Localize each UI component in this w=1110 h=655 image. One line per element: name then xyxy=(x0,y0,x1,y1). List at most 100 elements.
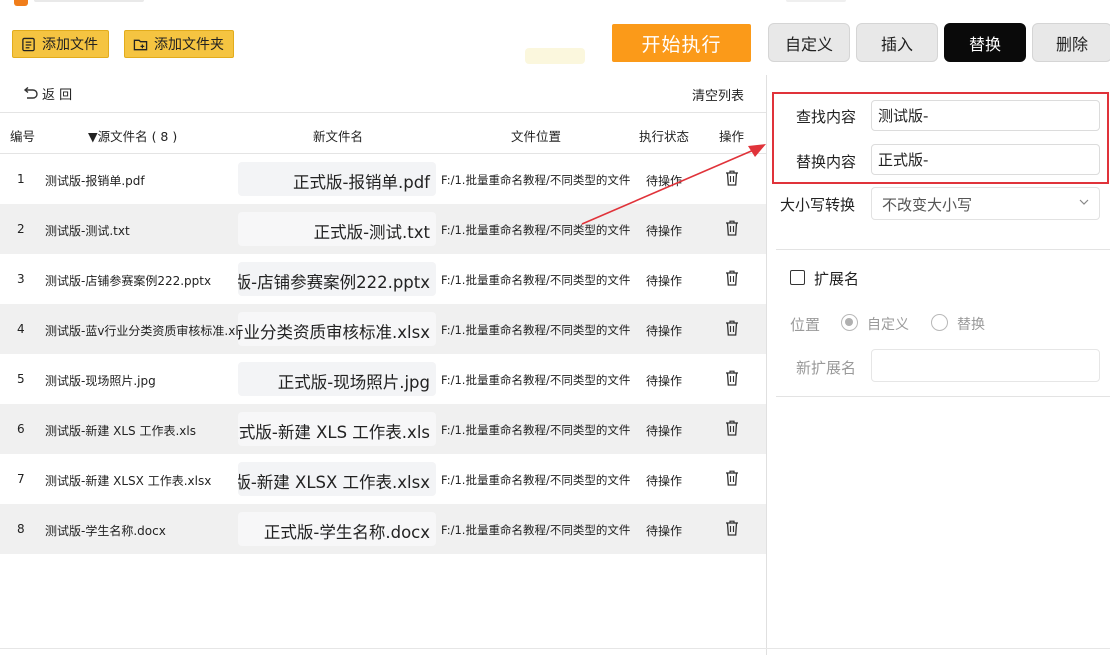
mode-tabs: 自定义 插入 替换 删除 xyxy=(768,23,1110,62)
back-button[interactable]: 返 回 xyxy=(22,84,72,103)
table-row[interactable]: 8 测试版-学生名称.docx 正式版-学生名称.docx F:/1.批量重命名教程/… xyxy=(0,504,766,554)
extension-checkbox[interactable] xyxy=(790,270,805,285)
table-row[interactable]: 6 测试版-新建 XLS 工作表.xls 正式版-新建 XLS 工作表.xls F:/… xyxy=(0,404,766,454)
add-file-button[interactable]: 添加文件 xyxy=(12,30,109,58)
trash-icon[interactable] xyxy=(724,469,740,487)
status-text: 待操作 xyxy=(646,374,683,388)
new-filename: 正式版-测试.txt xyxy=(313,223,430,242)
new-extension-input[interactable] xyxy=(871,349,1100,382)
case-select[interactable]: 不改变大小写 xyxy=(871,187,1100,220)
position-replace-radio[interactable] xyxy=(931,314,948,331)
file-location: F:/1.批量重命名教程/不同类型的文件 xyxy=(441,523,631,537)
trash-icon[interactable] xyxy=(724,369,740,387)
file-location: F:/1.批量重命名教程/不同类型的文件 xyxy=(441,273,631,287)
find-input[interactable] xyxy=(871,100,1100,131)
source-filename: 测试版-店铺参赛案例222.pptx xyxy=(45,274,212,288)
decorative-pill xyxy=(525,48,585,64)
new-filename-field[interactable]: 正式版-现场照片.jpg xyxy=(238,362,436,396)
back-arrow-icon xyxy=(23,86,38,99)
table-row[interactable]: 5 测试版-现场照片.jpg 正式版-现场照片.jpg F:/1.批量重命名教程/不同… xyxy=(0,354,766,404)
row-number: 8 xyxy=(17,522,25,536)
row-number: 2 xyxy=(17,222,25,236)
file-location: F:/1.批量重命名教程/不同类型的文件 xyxy=(441,323,631,337)
status-text: 待操作 xyxy=(646,274,683,288)
new-filename-field[interactable]: 正式版-蓝v行业分类资质审核标准.xlsx xyxy=(238,312,436,346)
section-separator-2 xyxy=(776,396,1110,397)
title-bar-controls xyxy=(786,0,846,2)
tab-delete[interactable]: 删除 xyxy=(1032,23,1110,62)
extension-label: 扩展名 xyxy=(814,270,860,288)
clear-list-button[interactable]: 清空列表 xyxy=(692,85,744,104)
new-filename-field[interactable]: 正式版-学生名称.docx xyxy=(238,512,436,546)
status-text: 待操作 xyxy=(646,324,683,338)
source-filename: 测试版-学生名称.docx xyxy=(45,524,166,538)
annotation-arrow-icon xyxy=(581,144,766,225)
file-list-icon xyxy=(22,37,35,51)
header-source-name[interactable]: ▼源文件名 ( 8 ) xyxy=(88,126,177,145)
replace-input[interactable] xyxy=(871,144,1100,175)
header-new-name: 新文件名 xyxy=(313,129,364,144)
row-number: 5 xyxy=(17,372,25,386)
tab-insert[interactable]: 插入 xyxy=(856,23,938,62)
new-filename: 正式版-现场照片.jpg xyxy=(277,373,430,392)
title-bar xyxy=(0,0,1110,10)
source-filename: 测试版-新建 XLSX 工作表.xlsx xyxy=(45,474,212,488)
add-folder-icon xyxy=(133,39,148,50)
add-folder-button[interactable]: 添加文件夹 xyxy=(124,30,234,58)
source-filename: 测试版-测试.txt xyxy=(45,224,130,238)
file-location: F:/1.批量重命名教程/不同类型的文件 xyxy=(441,423,631,437)
new-filename: 正式版-店铺参赛案例222.pptx xyxy=(238,273,430,292)
new-filename-field[interactable]: 正式版-新建 XLS 工作表.xls xyxy=(238,412,436,446)
position-custom-label: 自定义 xyxy=(867,317,909,333)
new-filename-field[interactable]: 正式版-新建 XLSX 工作表.xlsx xyxy=(238,462,436,496)
source-filename: 测试版-蓝v行业分类资质审核标准.xlsx xyxy=(45,324,238,338)
new-filename: 正式版-蓝v行业分类资质审核标准.xlsx xyxy=(238,323,430,342)
header-location: 文件位置 xyxy=(511,129,562,144)
table-row[interactable]: 7 测试版-新建 XLSX 工作表.xlsx 正式版-新建 XLSX 工作表.xls… xyxy=(0,454,766,504)
new-filename-field[interactable]: 正式版-测试.txt xyxy=(238,212,436,246)
file-location: F:/1.批量重命名教程/不同类型的文件 xyxy=(441,373,631,387)
position-replace-label: 替换 xyxy=(957,317,985,333)
trash-icon[interactable] xyxy=(724,269,740,287)
add-file-label: 添加文件 xyxy=(42,37,98,53)
new-filename: 正式版-新建 XLSX 工作表.xlsx xyxy=(238,473,430,492)
case-select-value: 不改变大小写 xyxy=(882,196,973,214)
status-text: 待操作 xyxy=(646,524,683,538)
position-label: 位置 xyxy=(790,316,821,334)
position-custom-radio[interactable] xyxy=(841,314,858,331)
trash-icon[interactable] xyxy=(724,519,740,537)
tab-custom[interactable]: 自定义 xyxy=(768,23,850,62)
back-label: 返 回 xyxy=(42,88,73,103)
tab-replace[interactable]: 替换 xyxy=(944,23,1026,62)
row-number: 1 xyxy=(17,172,25,186)
file-location: F:/1.批量重命名教程/不同类型的文件 xyxy=(441,473,631,487)
start-button[interactable]: 开始执行 xyxy=(612,24,751,62)
source-filename: 测试版-新建 XLS 工作表.xls xyxy=(45,424,196,438)
case-label: 大小写转换 xyxy=(780,196,856,214)
new-filename-field[interactable]: 正式版-店铺参赛案例222.pptx xyxy=(238,262,436,296)
new-filename: 正式版-报销单.pdf xyxy=(293,173,430,192)
source-filename: 测试版-现场照片.jpg xyxy=(45,374,156,388)
trash-icon[interactable] xyxy=(724,319,740,337)
bottom-divider xyxy=(0,648,1110,649)
section-separator xyxy=(776,249,1110,250)
row-number: 7 xyxy=(17,472,25,486)
chevron-down-icon xyxy=(1079,199,1089,205)
find-label: 查找内容 xyxy=(796,108,857,126)
app-logo-icon xyxy=(14,0,28,6)
replace-label: 替换内容 xyxy=(796,153,857,171)
app-title xyxy=(34,0,144,2)
new-filename: 正式版-新建 XLS 工作表.xls xyxy=(238,423,430,442)
trash-icon[interactable] xyxy=(724,419,740,437)
row-number: 6 xyxy=(17,422,25,436)
row-number: 3 xyxy=(17,272,25,286)
table-row[interactable]: 4 测试版-蓝v行业分类资质审核标准.xlsx正式版-蓝v行业分类资质审核标准.x… xyxy=(0,304,766,354)
table-row[interactable]: 3 测试版-店铺参赛案例222.pptx 正式版-店铺参赛案例222.pptx F:/… xyxy=(0,254,766,304)
new-filename-field[interactable]: 正式版-报销单.pdf xyxy=(238,162,436,196)
add-folder-label: 添加文件夹 xyxy=(154,37,224,53)
new-extension-label: 新扩展名 xyxy=(796,359,857,377)
source-filename: 测试版-报销单.pdf xyxy=(45,174,145,188)
status-text: 待操作 xyxy=(646,474,683,488)
row-number: 4 xyxy=(17,322,25,336)
new-filename: 正式版-学生名称.docx xyxy=(263,523,430,542)
